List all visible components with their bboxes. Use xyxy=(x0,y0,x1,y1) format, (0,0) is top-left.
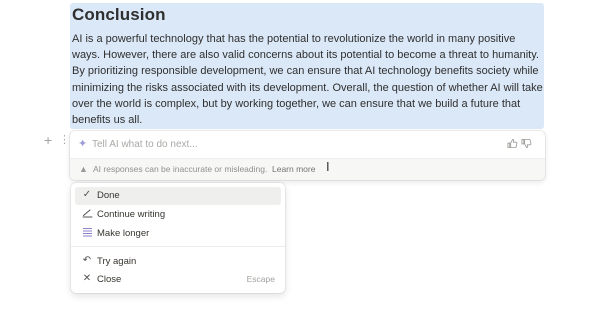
pen-icon xyxy=(81,208,93,221)
menu-item-label: Close xyxy=(97,274,122,285)
add-block-icon[interactable]: + xyxy=(44,133,52,147)
escape-shortcut-hint: Escape xyxy=(246,274,275,284)
warning-icon: ▲ xyxy=(79,164,88,174)
menu-divider xyxy=(71,246,285,247)
ai-disclaimer-bar: ▲ AI responses can be inaccurate or misl… xyxy=(70,158,545,180)
menu-item-label: Continue writing xyxy=(97,209,166,220)
ai-action-menu: ✓ Done Continue writing Make longer ↶ Tr… xyxy=(71,183,285,293)
ai-prompt-box: ✦ ▲ AI responses can be inaccurate or mi… xyxy=(70,131,545,180)
menu-item-close[interactable]: ✕ Close Escape xyxy=(75,271,281,289)
section-heading: Conclusion xyxy=(72,5,166,24)
menu-item-continue-writing[interactable]: Continue writing xyxy=(75,206,281,224)
ai-disclaimer-text: AI responses can be inaccurate or mislea… xyxy=(93,164,268,174)
undo-icon: ↶ xyxy=(82,255,92,266)
menu-item-label: Try again xyxy=(97,256,137,267)
learn-more-link[interactable]: Learn more xyxy=(272,164,315,174)
menu-item-done[interactable]: ✓ Done xyxy=(75,187,281,205)
menu-item-label: Done xyxy=(97,190,120,201)
lines-icon xyxy=(81,227,93,240)
menu-item-label: Make longer xyxy=(97,228,150,239)
menu-item-make-longer[interactable]: Make longer xyxy=(75,225,281,243)
ai-sparkle-icon: ✦ xyxy=(78,138,88,150)
ai-input-row: ✦ xyxy=(70,131,545,158)
selected-paragraph: AI is a powerful technology that has the… xyxy=(72,33,543,127)
close-icon: ✕ xyxy=(82,273,92,284)
text-cursor-icon: I xyxy=(326,159,330,174)
thumbs-down-icon[interactable] xyxy=(521,138,532,152)
check-icon: ✓ xyxy=(82,189,92,200)
menu-item-try-again[interactable]: ↶ Try again xyxy=(75,253,281,271)
thumbs-up-icon[interactable] xyxy=(507,138,518,152)
ai-prompt-input[interactable] xyxy=(92,137,492,152)
